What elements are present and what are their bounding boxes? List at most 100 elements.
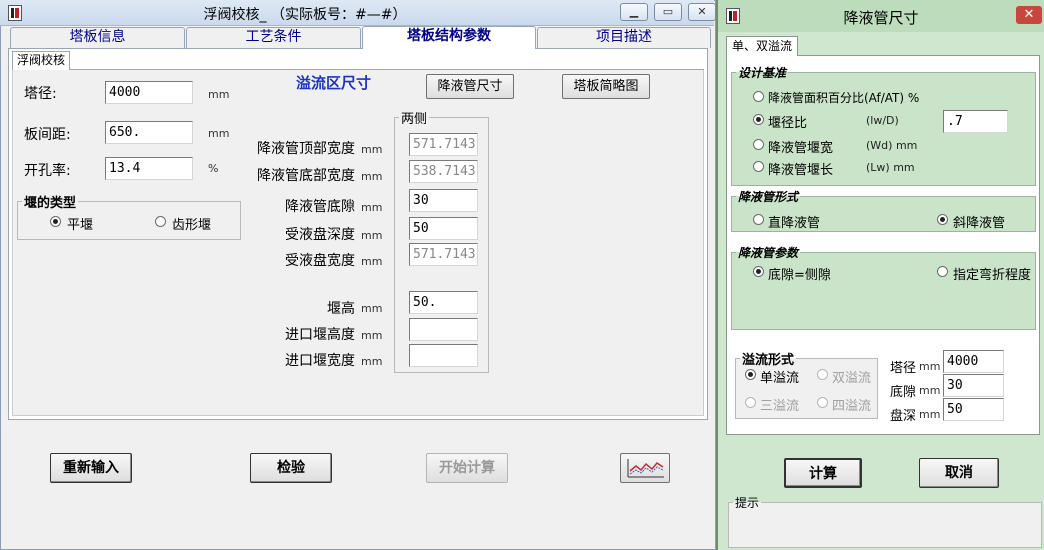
basis-area-percent-radio[interactable] (753, 91, 764, 102)
dlg-pan-depth-unit: mm (919, 408, 941, 421)
tab-project-description[interactable]: 项目描述 (537, 27, 711, 48)
downcomer-form-legend: 降液管形式 (738, 190, 799, 204)
subtab-valve-check[interactable]: 浮阀校核 (12, 51, 71, 70)
basis-weir-length-radio[interactable] (753, 161, 764, 172)
chart-button[interactable] (620, 453, 670, 483)
downcomer-bottom-width-unit: mm (361, 170, 383, 183)
quad-overflow-radio[interactable] (817, 397, 828, 408)
inlet-weir-width-unit: mm (361, 355, 383, 368)
seal-pan-width-unit: mm (361, 255, 383, 268)
cancel-button[interactable]: 取消 (919, 458, 999, 488)
open-area-label: 开孔率: (24, 163, 71, 179)
dlg-clearance-field[interactable]: 30 (943, 374, 1004, 397)
double-overflow-label: 双溢流 (832, 371, 872, 386)
diameter-unit: mm (208, 88, 230, 101)
dialog-title: 降液管尺寸 (843, 9, 919, 27)
downcomer-top-width-unit: mm (361, 143, 383, 156)
single-overflow-radio[interactable] (745, 369, 756, 380)
basis-weir-width-label: 降液管堰宽 (768, 141, 834, 156)
diameter-label: 塔径: (24, 86, 57, 102)
two-sides-legend: 两侧 (401, 112, 428, 127)
single-overflow-label: 单溢流 (760, 371, 800, 386)
downcomer-params-group: 降液管参数 (731, 244, 1036, 330)
specify-bend-radio[interactable] (937, 266, 948, 277)
serrated-weir-label: 齿形堰 (172, 218, 212, 233)
basis-weir-ratio-symbol: (lw/D) (866, 114, 899, 127)
straight-downcomer-radio[interactable] (753, 214, 764, 225)
basis-weir-length-symbol: (Lw) mm (866, 161, 915, 174)
basis-weir-ratio-label: 堰径比 (768, 116, 808, 131)
weir-height-label: 堰高 (327, 301, 355, 317)
tab-single-double-overflow[interactable]: 单、双溢流 (726, 36, 799, 56)
inlet-weir-width-field[interactable] (409, 344, 478, 367)
downcomer-bottom-width-field: 538.7143 (409, 160, 478, 183)
hint-legend: 提示 (735, 496, 760, 510)
specify-bend-label: 指定弯折程度 (953, 268, 1032, 283)
triple-overflow-radio[interactable] (745, 397, 756, 408)
seal-pan-width-field: 571.7143 (409, 243, 478, 266)
quad-overflow-label: 四溢流 (832, 399, 872, 414)
downcomer-top-width-field: 571.7143 (409, 133, 478, 156)
diameter-field[interactable]: 4000 (105, 81, 193, 104)
basis-weir-ratio-radio[interactable] (753, 114, 764, 125)
downcomer-clearance-label: 降液管底隙 (285, 199, 355, 215)
flat-weir-label: 平堰 (67, 218, 94, 233)
inlet-weir-height-label: 进口堰高度 (285, 327, 355, 343)
downcomer-params-legend: 降液管参数 (738, 246, 799, 260)
triple-overflow-label: 三溢流 (760, 399, 800, 414)
minimize-button[interactable]: ▁ (620, 3, 648, 21)
line-chart-icon (627, 459, 664, 478)
downcomer-bottom-width-label: 降液管底部宽度 (257, 168, 355, 184)
design-basis-legend: 设计基准 (738, 66, 787, 80)
reset-button[interactable]: 重新输入 (50, 453, 132, 483)
sloped-downcomer-label: 斜降液管 (953, 216, 1006, 231)
weir-height-unit: mm (361, 302, 383, 315)
inlet-weir-height-unit: mm (361, 329, 383, 342)
downcomer-size-button[interactable]: 降液管尺寸 (426, 74, 514, 99)
open-area-unit: % (208, 162, 219, 175)
inlet-weir-height-field[interactable] (409, 318, 478, 341)
dlg-clearance-label: 底隙 (890, 385, 917, 400)
basis-weir-length-label: 降液管堰长 (768, 163, 834, 178)
open-area-field[interactable]: 13.4 (105, 157, 193, 180)
downcomer-top-width-label: 降液管顶部宽度 (257, 141, 355, 157)
inlet-weir-width-label: 进口堰宽度 (285, 353, 355, 369)
seal-pan-depth-label: 受液盘深度 (285, 227, 355, 243)
clearance-equal-label: 底隙=侧隙 (768, 268, 831, 283)
straight-downcomer-label: 直降液管 (768, 216, 821, 231)
dialog-close-button[interactable]: ✕ (1016, 6, 1042, 24)
start-calculation-button[interactable]: 开始计算 (426, 453, 508, 483)
seal-pan-depth-field[interactable]: 50 (409, 217, 478, 240)
check-button[interactable]: 检验 (250, 453, 332, 483)
window-title: 浮阀校核_ （实际板号：#—#） (203, 7, 407, 23)
tab-plate-structure[interactable]: 塔板结构参数 (362, 26, 536, 49)
downcomer-clearance-unit: mm (361, 201, 383, 214)
sloped-downcomer-radio[interactable] (937, 214, 948, 225)
clearance-equal-radio[interactable] (753, 266, 764, 277)
weir-height-field[interactable]: 50. (409, 291, 478, 314)
maximize-button[interactable]: ▭ (654, 3, 682, 21)
tray-sketch-button[interactable]: 塔板简略图 (562, 74, 650, 99)
tab-process-conditions[interactable]: 工艺条件 (186, 27, 361, 48)
double-overflow-radio[interactable] (817, 369, 828, 380)
overflow-type-legend: 溢流形式 (742, 353, 795, 368)
dlg-clearance-unit: mm (919, 384, 941, 397)
close-button[interactable]: ✕ (688, 3, 716, 21)
downcomer-clearance-field[interactable]: 30 (409, 189, 478, 212)
tray-spacing-label: 板间距: (24, 127, 71, 143)
dlg-diameter-label: 塔径 (890, 361, 917, 376)
dlg-diameter-field[interactable]: 4000 (943, 350, 1004, 373)
dlg-pan-depth-label: 盘深 (890, 409, 917, 424)
calculate-button[interactable]: 计算 (784, 458, 862, 488)
basis-weir-width-radio[interactable] (753, 139, 764, 150)
dlg-pan-depth-field[interactable]: 50 (943, 398, 1004, 421)
seal-pan-depth-unit: mm (361, 229, 383, 242)
basis-weir-width-symbol: (Wd) mm (866, 139, 918, 152)
tray-spacing-field[interactable]: 650. (105, 121, 193, 144)
dlg-diameter-unit: mm (919, 360, 941, 373)
basis-area-percent-label: 降液管面积百分比(Af/AT) % (768, 91, 920, 105)
tab-plate-info[interactable]: 塔板信息 (10, 27, 185, 48)
serrated-weir-radio[interactable] (155, 216, 166, 227)
flat-weir-radio[interactable] (50, 216, 61, 227)
basis-value-field[interactable]: .7 (943, 110, 1008, 133)
